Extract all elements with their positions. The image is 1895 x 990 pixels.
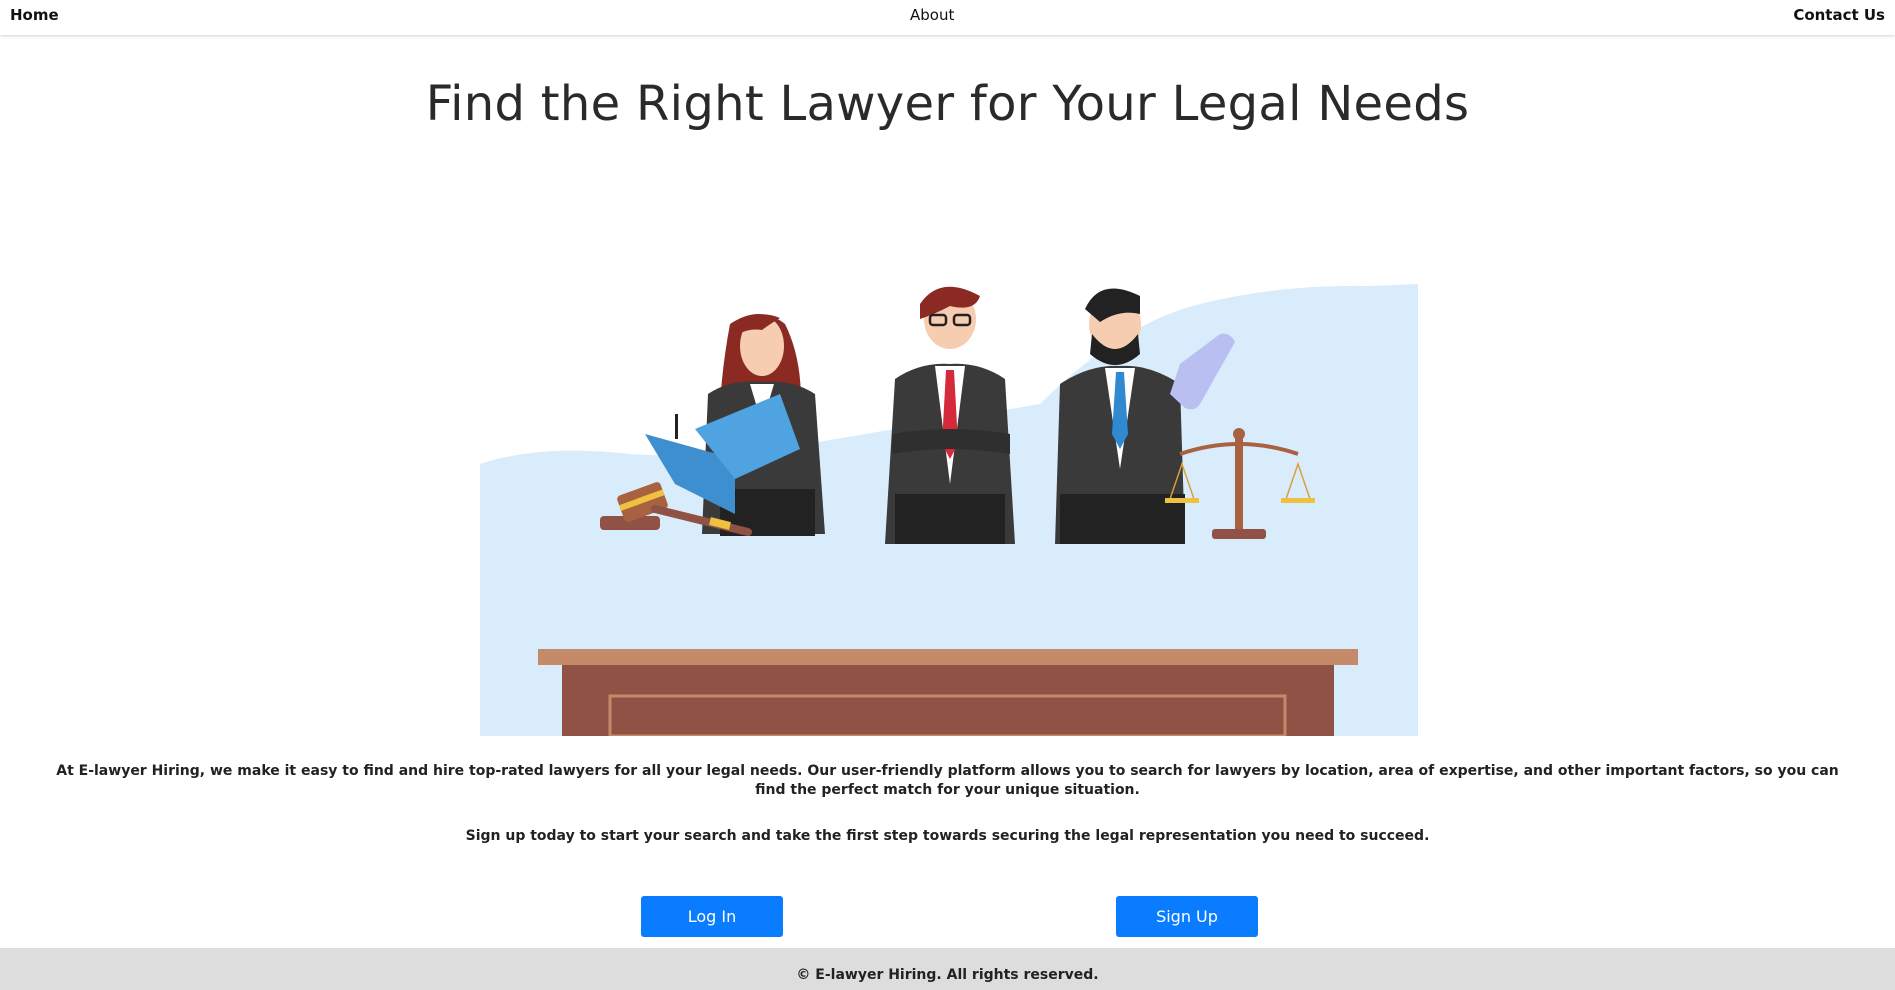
signup-button[interactable]: Sign Up — [1116, 896, 1258, 937]
footer: © E-lawyer Hiring. All rights reserved. — [0, 948, 1895, 990]
nav-about-link[interactable]: About — [910, 6, 954, 24]
cta-paragraph: Sign up today to start your search and t… — [465, 828, 1430, 844]
intro-paragraph: At E-lawyer Hiring, we make it easy to f… — [56, 763, 1839, 798]
desk-illustration — [538, 649, 1358, 736]
hero-lawyers-illustration — [480, 284, 1418, 736]
nav-contact-link[interactable]: Contact Us — [1793, 6, 1885, 24]
nav-home-link[interactable]: Home — [10, 6, 59, 24]
login-button[interactable]: Log In — [641, 896, 783, 937]
top-navbar: Home About Contact Us — [0, 0, 1895, 35]
footer-copyright: © E-lawyer Hiring. All rights reserved. — [796, 967, 1099, 983]
lawyer-man-center-figure — [885, 286, 1015, 544]
page-title: Find the Right Lawyer for Your Legal Nee… — [425, 76, 1470, 132]
